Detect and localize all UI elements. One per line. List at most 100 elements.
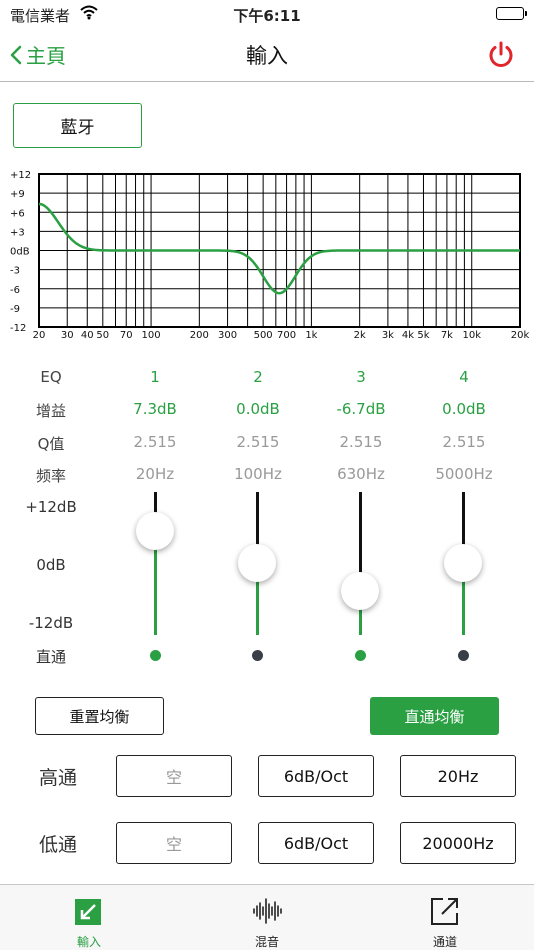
eq-q-row: Q值 2.515 2.515 2.515 2.515 bbox=[0, 427, 534, 457]
slider-scale-top: +12dB bbox=[25, 498, 77, 516]
page-title: 輸入 bbox=[246, 44, 288, 68]
slider-scale-mid: 0dB bbox=[36, 556, 66, 574]
band-4-q[interactable]: 2.515 bbox=[414, 433, 514, 451]
battery-icon bbox=[496, 7, 527, 20]
input-edit-icon bbox=[75, 899, 101, 925]
tab-channel[interactable]: 通道 bbox=[356, 885, 534, 950]
band-1-gain[interactable]: 7.3dB bbox=[105, 400, 205, 418]
graph-x-tick-label: 30 bbox=[61, 330, 74, 341]
gain-sliders: +12dB 0dB -12dB bbox=[0, 490, 534, 640]
eq-freq-row: 频率 20Hz 100Hz 630Hz 5000Hz bbox=[0, 459, 534, 489]
tab-mix[interactable]: 混音 bbox=[178, 885, 356, 950]
bypass-row: 直通 bbox=[0, 640, 534, 670]
graph-x-tick-label: 700 bbox=[277, 330, 296, 341]
band-4-gain-slider[interactable] bbox=[433, 490, 493, 635]
eq-response-graph: +12 +9 +6 +3 0dB -3 -6 -9 -12 20 30 40 50 70 100 200 300… bbox=[10, 170, 530, 341]
tab-input-label: 輸入 bbox=[76, 935, 101, 949]
graph-x-tick-label: 20k bbox=[511, 330, 530, 341]
graph-y-tick-label: 0dB bbox=[10, 247, 30, 258]
tab-bar: 輸入 混音 通道 bbox=[0, 884, 534, 950]
graph-y-tick-label: -6 bbox=[10, 285, 20, 296]
band-2-bypass-toggle[interactable] bbox=[252, 650, 263, 661]
graph-x-tick-label: 3k bbox=[382, 330, 394, 341]
graph-x-tick-label: 40 bbox=[81, 330, 94, 341]
lowpass-freq-select[interactable]: 20000Hz bbox=[400, 822, 516, 864]
slider-scale-bottom: -12dB bbox=[28, 614, 74, 632]
graph-x-tick-label: 20 bbox=[33, 330, 46, 341]
waveform-icon bbox=[253, 898, 282, 924]
band-4-gain[interactable]: 0.0dB bbox=[414, 400, 514, 418]
band-3-gain-slider[interactable] bbox=[330, 490, 390, 635]
eq-header-row: EQ 1 2 3 4 bbox=[0, 362, 534, 392]
graph-x-tick-label: 50 bbox=[96, 330, 109, 341]
slider-knob[interactable] bbox=[444, 543, 482, 582]
band-4-freq[interactable]: 5000Hz bbox=[414, 465, 514, 483]
gain-row-label: 增益 bbox=[35, 402, 66, 420]
highpass-filter-row: 高通 空 6dB/Oct 20Hz bbox=[0, 755, 534, 797]
band-2-q[interactable]: 2.515 bbox=[208, 433, 308, 451]
graph-y-tick-label: +9 bbox=[10, 189, 25, 200]
tab-channel-label: 通道 bbox=[432, 935, 457, 949]
slider-knob[interactable] bbox=[341, 572, 379, 611]
graph-x-tick-label: 10k bbox=[462, 330, 481, 341]
band-2-id[interactable]: 2 bbox=[208, 368, 308, 386]
graph-x-tick-label: 7k bbox=[441, 330, 453, 341]
graph-y-tick-label: +3 bbox=[10, 227, 25, 238]
band-2-gain[interactable]: 0.0dB bbox=[208, 400, 308, 418]
graph-x-tick-label: 70 bbox=[120, 330, 133, 341]
highpass-freq-select[interactable]: 20Hz bbox=[400, 755, 516, 797]
band-3-id[interactable]: 3 bbox=[311, 368, 411, 386]
graph-y-tick-label: -3 bbox=[10, 266, 20, 277]
band-4-id[interactable]: 4 bbox=[414, 368, 514, 386]
share-export-icon bbox=[431, 898, 458, 925]
graph-y-tick-label: -12 bbox=[10, 323, 26, 334]
navigation-bar: 主頁 輸入 bbox=[0, 28, 534, 82]
highpass-slope-select[interactable]: 6dB/Oct bbox=[258, 755, 374, 797]
slider-knob[interactable] bbox=[136, 512, 174, 551]
band-1-gain-slider[interactable] bbox=[125, 490, 185, 635]
band-2-gain-slider[interactable] bbox=[227, 490, 287, 635]
power-button[interactable] bbox=[486, 40, 516, 70]
band-1-freq[interactable]: 20Hz bbox=[105, 465, 205, 483]
graph-y-tick-label: +6 bbox=[10, 208, 25, 219]
band-2-freq[interactable]: 100Hz bbox=[208, 465, 308, 483]
graph-x-tick-label: 300 bbox=[218, 330, 237, 341]
band-1-q[interactable]: 2.515 bbox=[105, 433, 205, 451]
band-3-gain[interactable]: -6.7dB bbox=[311, 400, 411, 418]
lowpass-filter-row: 低通 空 6dB/Oct 20000Hz bbox=[0, 822, 534, 864]
tab-input[interactable]: 輸入 bbox=[0, 885, 178, 950]
q-row-label: Q值 bbox=[37, 435, 65, 453]
flat-eq-button[interactable]: 直通均衡 bbox=[370, 697, 499, 735]
graph-y-tick-label: +12 bbox=[10, 170, 31, 181]
band-3-bypass-toggle[interactable] bbox=[355, 650, 366, 661]
reset-eq-button[interactable]: 重置均衡 bbox=[35, 697, 164, 735]
highpass-type-select[interactable]: 空 bbox=[116, 755, 232, 797]
slider-knob[interactable] bbox=[238, 543, 276, 582]
graph-x-tick-label: 500 bbox=[254, 330, 273, 341]
band-4-bypass-toggle[interactable] bbox=[458, 650, 469, 661]
graph-x-tick-label: 2k bbox=[354, 330, 366, 341]
bypass-row-label: 直通 bbox=[35, 648, 66, 666]
highpass-label: 高通 bbox=[38, 767, 77, 789]
tab-mix-label: 混音 bbox=[254, 935, 279, 949]
band-3-q[interactable]: 2.515 bbox=[311, 433, 411, 451]
lowpass-slope-select[interactable]: 6dB/Oct bbox=[258, 822, 374, 864]
graph-x-tick-label: 5k bbox=[417, 330, 429, 341]
status-bar: 電信業者 下午6:11 bbox=[0, 0, 534, 28]
eq-row-label: EQ bbox=[40, 368, 62, 386]
bluetooth-source-button[interactable]: 藍牙 bbox=[13, 103, 142, 148]
lowpass-type-select[interactable]: 空 bbox=[116, 822, 232, 864]
power-icon bbox=[489, 41, 513, 67]
graph-x-tick-label: 1k bbox=[305, 330, 317, 341]
graph-x-tick-label: 100 bbox=[142, 330, 161, 341]
band-1-bypass-toggle[interactable] bbox=[150, 650, 161, 661]
band-3-freq[interactable]: 630Hz bbox=[311, 465, 411, 483]
graph-x-tick-label: 4k bbox=[402, 330, 414, 341]
status-time: 下午6:11 bbox=[233, 7, 301, 25]
graph-x-tick-label: 200 bbox=[190, 330, 209, 341]
graph-y-tick-label: -9 bbox=[10, 304, 20, 315]
band-1-id[interactable]: 1 bbox=[105, 368, 205, 386]
eq-gain-row: 增益 7.3dB 0.0dB -6.7dB 0.0dB bbox=[0, 394, 534, 424]
lowpass-label: 低通 bbox=[38, 834, 77, 856]
freq-row-label: 频率 bbox=[35, 467, 66, 485]
